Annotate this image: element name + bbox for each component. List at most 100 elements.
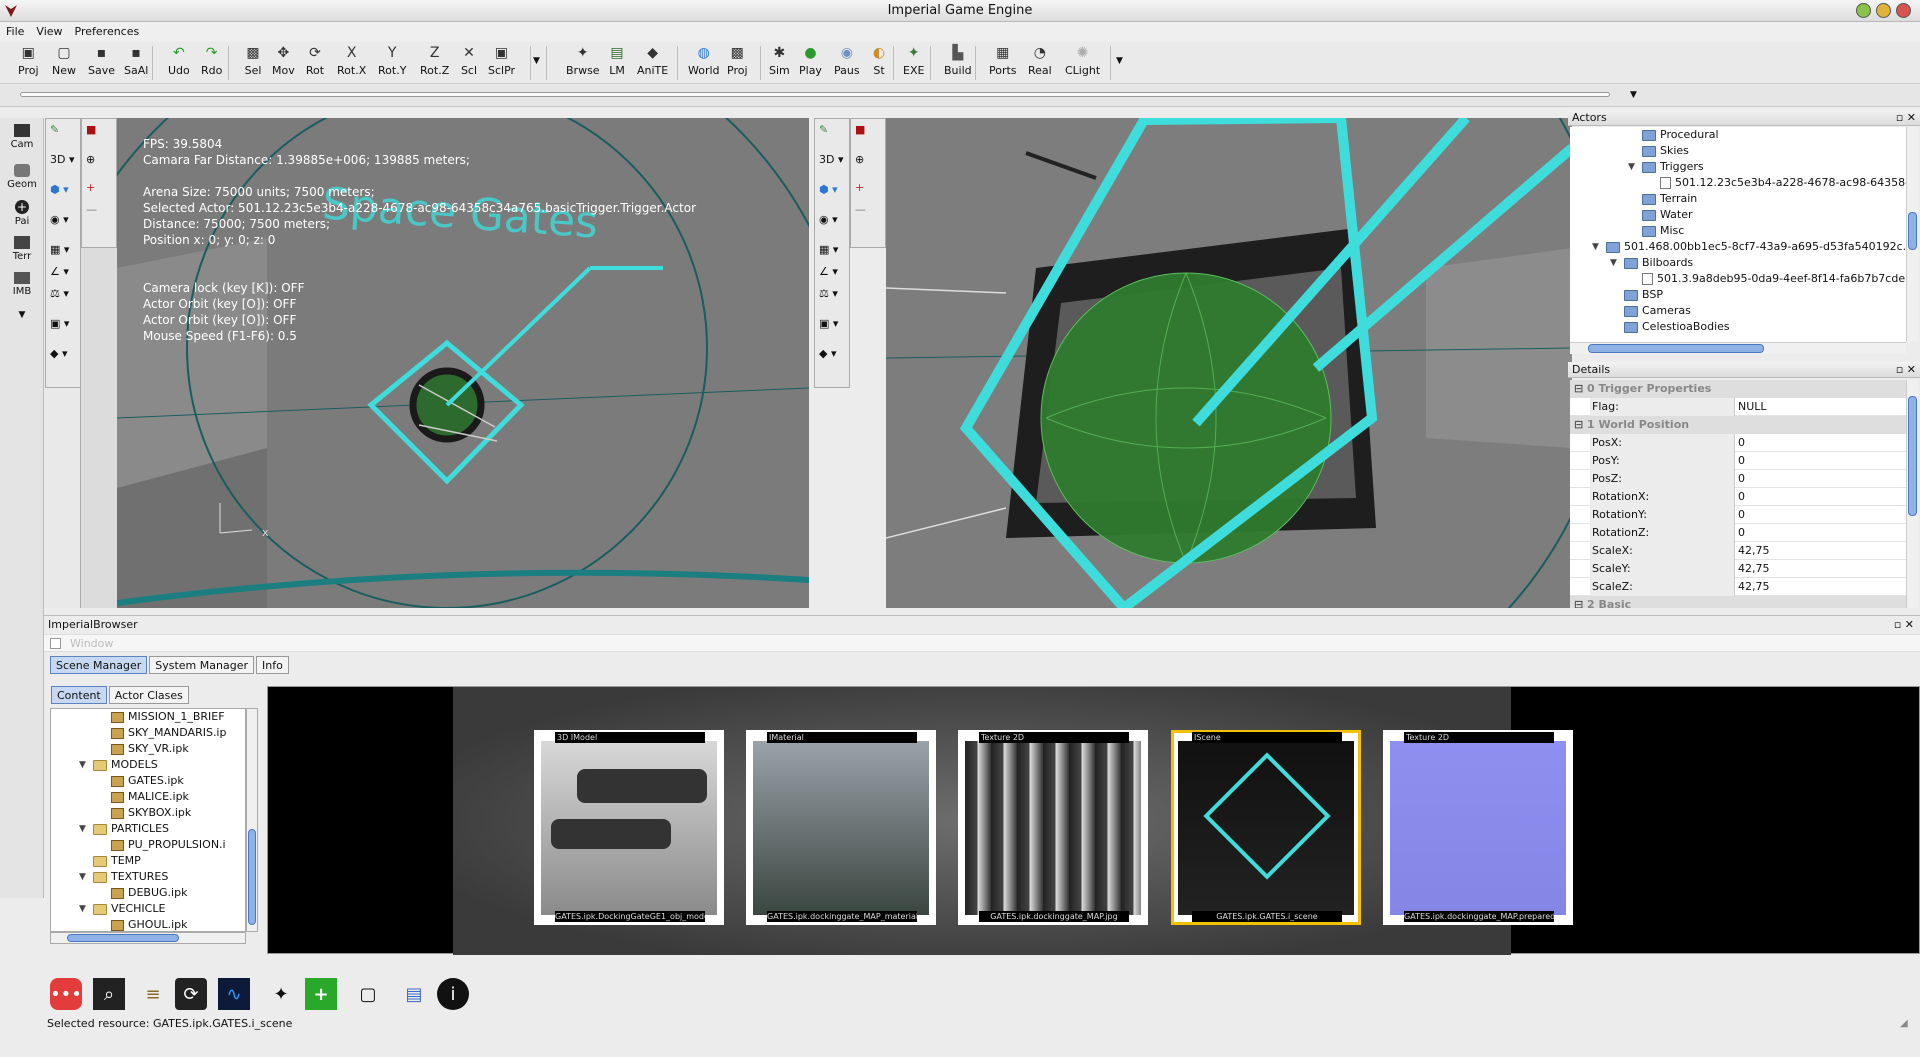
tree-item[interactable]: MALICE.ipk	[97, 789, 189, 805]
shading-cube-icon[interactable]: ⬢ ▾	[50, 183, 69, 196]
scroll-thumb[interactable]	[1908, 212, 1917, 250]
eraser-icon[interactable]: ◆ ▾	[50, 347, 67, 360]
mode-3d-dropdown[interactable]: 3D ▾	[50, 153, 75, 166]
toolbar-udo-button[interactable]: ↶ Udo	[168, 44, 190, 82]
collapse-toggle-icon[interactable]: ⊟	[1574, 598, 1587, 608]
tab-actor-clases[interactable]: Actor Clases	[108, 686, 189, 704]
maximize-button[interactable]	[1876, 3, 1891, 18]
visibility-eye-icon[interactable]: ◉ ▾	[50, 213, 69, 226]
scroll-icon[interactable]: ≡	[137, 978, 169, 1010]
magnifier-icon[interactable]: ⌕	[93, 978, 125, 1010]
expand-arrow-icon[interactable]: ▼	[79, 901, 89, 917]
tab-content[interactable]: Content	[51, 686, 107, 704]
pin-icon[interactable]: ✎	[50, 123, 59, 136]
toolbar-build-button[interactable]: ▙ Build	[944, 44, 972, 82]
tree-item[interactable]: DEBUG.ipk	[97, 885, 187, 901]
property-value[interactable]: 0	[1734, 506, 1904, 524]
property-value[interactable]: 0	[1734, 488, 1904, 506]
tree-item[interactable]: TEMP	[79, 853, 141, 869]
tool-cam[interactable]: Cam	[4, 124, 40, 150]
refresh-icon[interactable]: ⟳	[175, 978, 207, 1010]
asset-thumbnail[interactable]: 3D IModel GATES.ipk.DockingGateGE1_obj_mo…	[534, 730, 724, 925]
tree-item[interactable]: CelestioaBodies	[1610, 319, 1730, 335]
toolbar-sim-button[interactable]: ✱ Sim	[769, 44, 790, 82]
target-icon[interactable]: ⊕	[855, 153, 864, 166]
toolbar-anite-button[interactable]: ◆ AniTE	[637, 44, 668, 82]
toolbar-rot-z-button[interactable]: Z Rot.Z	[420, 44, 449, 82]
viewport-right[interactable]	[886, 118, 1572, 608]
panel-close-icon[interactable]: ▫ ✕	[1896, 362, 1916, 378]
snapshot-icon[interactable]: ▣ ▾	[50, 317, 69, 330]
toolbar-save-button[interactable]: ▪ Save	[88, 44, 115, 82]
expand-arrow-icon[interactable]: ▼	[79, 757, 89, 773]
tree-item[interactable]: Water	[1628, 207, 1693, 223]
property-value[interactable]: 0	[1734, 434, 1904, 452]
toolbar-rot-y-button[interactable]: Y Rot.Y	[378, 44, 406, 82]
tree-item[interactable]: PU_PROPULSION.i	[97, 837, 226, 853]
tool-geom[interactable]: Geom	[4, 164, 40, 190]
toolbar-clight-button[interactable]: ✺ CLight	[1065, 44, 1100, 82]
tree-item[interactable]: ▼ TEXTURES	[79, 869, 168, 885]
toolbar-proj-button[interactable]: ▩ Proj	[727, 44, 748, 82]
asset-thumbnail[interactable]: Texture 2D GATES.ipk.dockinggate_MAP.prep…	[1383, 730, 1573, 925]
tree-item[interactable]: GHOUL.ipk	[97, 917, 188, 931]
menu-file[interactable]: File	[6, 22, 24, 41]
property-value[interactable]: NULL	[1734, 398, 1904, 416]
details-section-header[interactable]: ⊟ 2 Basic	[1570, 596, 1906, 608]
tree-item[interactable]: ▼ VECHICLE	[79, 901, 165, 917]
frame-icon[interactable]: ▢	[352, 978, 384, 1010]
toolbar-saal-button[interactable]: ▪ SaAl	[124, 44, 148, 82]
tree-item[interactable]: Cameras	[1610, 303, 1691, 319]
tree-item[interactable]: ▼ Triggers	[1628, 159, 1704, 175]
tree-item[interactable]: BSP	[1610, 287, 1663, 303]
minus-icon[interactable]: —	[86, 203, 97, 216]
tree-item[interactable]: MISSION_1_BRIEF	[97, 709, 225, 725]
timeline-dropdown-button[interactable]: ▼	[1630, 90, 1637, 100]
property-value[interactable]: 42,75	[1734, 578, 1904, 596]
tree-item[interactable]: Procedural	[1628, 127, 1719, 143]
tree-item[interactable]: GATES.ipk	[97, 773, 184, 789]
toolbar-overflow-button[interactable]: ▼	[1116, 56, 1123, 66]
pin-icon[interactable]: ✎	[819, 123, 828, 136]
toolbar-proj-button[interactable]: ▣ Proj	[18, 44, 39, 82]
property-value[interactable]: 0	[1734, 452, 1904, 470]
viewport-left[interactable]: Space Gates FPS: 39.5804 Camara Far Dist…	[117, 118, 809, 608]
tab-scene-manager[interactable]: Scene Manager	[50, 656, 148, 674]
info-icon[interactable]: i	[437, 978, 469, 1010]
expand-arrow-icon[interactable]: ▼	[79, 821, 89, 837]
toolbar-rot-button[interactable]: ⟳ Rot	[305, 44, 325, 82]
tree-item[interactable]: 501.3.9a8deb95-0da9-4eef-8f14-fa6b7b7cde…	[1628, 271, 1906, 287]
toolbar-scl-button[interactable]: ✕ Scl	[459, 44, 479, 82]
toolbar-mov-button[interactable]: ✥ Mov	[272, 44, 295, 82]
grid-icon[interactable]: ▦ ▾	[50, 243, 69, 256]
content-tree-hscroll[interactable]	[50, 932, 246, 944]
toolbar-st-button[interactable]: ◐ St	[869, 44, 889, 82]
toolbar-play-button[interactable]: ● Play	[799, 44, 822, 82]
scroll-thumb[interactable]	[1908, 396, 1917, 516]
toolbar-overflow-button[interactable]: ▼	[533, 56, 540, 66]
details-vscroll[interactable]	[1906, 380, 1918, 608]
window-checkbox[interactable]	[50, 638, 61, 649]
timeline-track[interactable]	[20, 92, 1610, 97]
actors-vscroll[interactable]	[1906, 127, 1918, 342]
scroll-thumb[interactable]	[67, 934, 179, 942]
tree-item[interactable]: ▼ PARTICLES	[79, 821, 169, 837]
panel-close-icon[interactable]: ▫ ✕	[1894, 618, 1914, 631]
record-icon[interactable]: ■	[855, 123, 865, 136]
record-icon[interactable]: ■	[86, 123, 96, 136]
menu-view[interactable]: View	[36, 22, 62, 41]
stop-record-icon[interactable]: •••	[50, 978, 82, 1010]
toolbar-exe-button[interactable]: ✦ EXE	[903, 44, 924, 82]
tree-item[interactable]: ▼ Bilboards	[1610, 255, 1693, 271]
scroll-thumb[interactable]	[1588, 344, 1764, 353]
tree-item[interactable]: 501.12.23c5e3b4-a228-4678-ac98-64358c34a…	[1646, 175, 1906, 191]
crosshair-icon[interactable]: +	[86, 181, 95, 194]
tool-imb[interactable]: IMB	[4, 272, 40, 297]
tree-item[interactable]: ▼ MODELS	[79, 757, 158, 773]
snapshot-icon[interactable]: ▣ ▾	[819, 317, 838, 330]
content-tree-vscroll[interactable]	[246, 708, 258, 932]
tree-item[interactable]: SKY_VR.ipk	[97, 741, 189, 757]
toolbar-rot-x-button[interactable]: X Rot.X	[337, 44, 366, 82]
shading-cube-icon[interactable]: ⬢ ▾	[819, 183, 838, 196]
eagle-icon[interactable]: ✦	[265, 978, 297, 1010]
